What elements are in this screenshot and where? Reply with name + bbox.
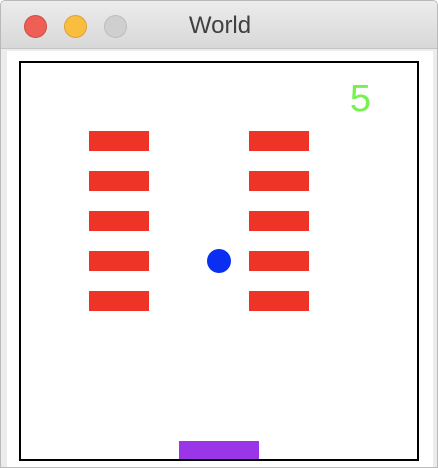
game-playfield[interactable]: 5 bbox=[19, 61, 419, 461]
brick-right-1 bbox=[249, 131, 309, 151]
ball bbox=[207, 249, 231, 273]
brick-left-2 bbox=[89, 171, 149, 191]
brick-left-4 bbox=[89, 251, 149, 271]
window-title: World bbox=[188, 12, 252, 39]
score-display: 5 bbox=[349, 78, 371, 120]
paddle[interactable] bbox=[179, 441, 259, 459]
window-titlebar[interactable]: World bbox=[1, 1, 437, 49]
brick-right-3 bbox=[249, 211, 309, 231]
brick-right-4 bbox=[249, 251, 309, 271]
brick-left-1 bbox=[89, 131, 149, 151]
window-content: 5 bbox=[7, 51, 433, 467]
brick-left-5 bbox=[89, 291, 149, 311]
brick-left-3 bbox=[89, 211, 149, 231]
game-window: World 5 bbox=[0, 0, 438, 468]
brick-right-2 bbox=[249, 171, 309, 191]
brick-right-5 bbox=[249, 291, 309, 311]
